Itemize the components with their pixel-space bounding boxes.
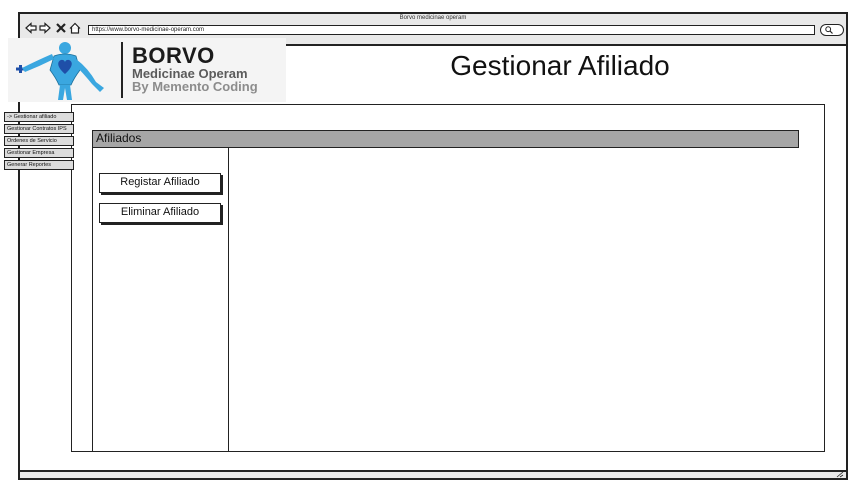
sidebar-item-gestionar-afiliado[interactable]: -> Gestionar afiliado (4, 112, 74, 122)
back-arrow-icon[interactable] (25, 22, 37, 34)
search-icon (825, 26, 833, 34)
forward-arrow-icon[interactable] (39, 22, 51, 34)
window-title: Borvo medicinae operam (399, 15, 467, 21)
logo-byline: By Memento Coding (132, 79, 258, 94)
logo-divider (121, 42, 123, 98)
search-button[interactable] (820, 24, 844, 36)
page-title: Gestionar Afiliado (450, 50, 670, 81)
sidebar-item-ordenes-de-servicio[interactable]: Ordenes de Servicio (4, 136, 74, 146)
sidebar-item-gestionar-contratos-ips[interactable]: Gestionar Contratos IPS (4, 124, 74, 134)
register-affiliate-button[interactable]: Registar Afiliado (99, 173, 221, 193)
sidebar: -> Gestionar afiliado Gestionar Contrato… (4, 112, 74, 172)
logo: BORVO Medicinae Operam By Memento Coding (8, 38, 286, 102)
actions-panel (92, 148, 229, 452)
home-icon[interactable] (69, 22, 81, 34)
browser-statusbar (20, 470, 846, 478)
medical-figure-icon (16, 42, 104, 100)
logo-title: BORVO (132, 43, 215, 68)
url-input[interactable]: https://www.borvo-medicinae-operam.com (88, 25, 815, 35)
delete-affiliate-button[interactable]: Eliminar Afiliado (99, 203, 221, 223)
sidebar-item-gestionar-empresa[interactable]: Gestionar Empresa (4, 148, 74, 158)
close-icon[interactable] (55, 22, 67, 34)
resize-grip-icon[interactable] (836, 471, 844, 478)
sidebar-item-generar-reportes[interactable]: Generar Reportes (4, 160, 74, 170)
section-header-afiliados: Afiliados (92, 130, 799, 148)
